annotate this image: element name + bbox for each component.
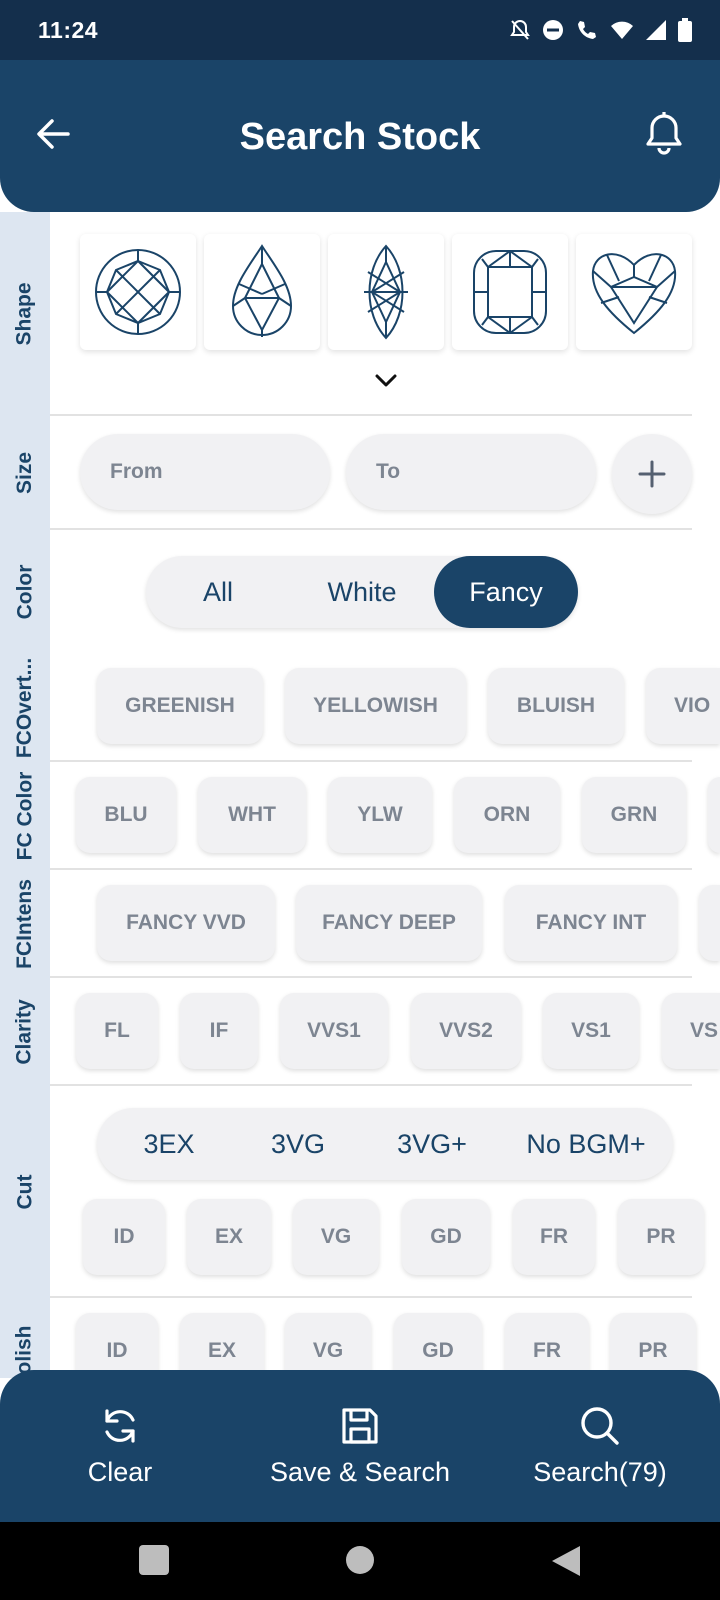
section-label-cut: Cut (0, 1086, 50, 1298)
section-label-size: Size (0, 416, 50, 530)
dnd-icon (542, 19, 564, 46)
size-from-input[interactable]: From (80, 434, 330, 510)
save-search-label: Save & Search (269, 1456, 451, 1487)
divider (50, 760, 692, 762)
fc-color-chip[interactable]: BLU (76, 777, 176, 853)
clarity-chip[interactable]: IF (180, 993, 258, 1069)
clarity-chip[interactable]: FL (76, 993, 158, 1069)
chevron-down-icon[interactable] (374, 372, 398, 390)
clarity-chip[interactable]: VS1 (543, 993, 639, 1069)
color-type-toggle: All White Fancy (146, 556, 578, 628)
color-option-fancy[interactable]: Fancy (434, 556, 578, 628)
status-icons (510, 18, 692, 47)
clarity-chip[interactable]: VVS2 (411, 993, 521, 1069)
clarity-chip[interactable]: VVS1 (280, 993, 388, 1069)
cut-preset-3ex[interactable]: 3EX (97, 1108, 241, 1180)
color-option-all[interactable]: All (146, 556, 290, 628)
cut-preset-3vg[interactable]: 3VG (231, 1108, 365, 1180)
marquise-diamond-icon (364, 244, 408, 340)
divider (50, 1084, 692, 1086)
divider (50, 868, 692, 870)
status-time: 11:24 (38, 17, 99, 43)
cut-preset-no-bgm-plus[interactable]: No BGM+ (499, 1108, 673, 1180)
fc-intensity-chip[interactable]: FANCY VVD (97, 885, 275, 961)
cut-chip[interactable]: EX (187, 1199, 271, 1275)
home-icon[interactable] (344, 1544, 376, 1576)
fc-overtone-chip[interactable]: BLUISH (488, 668, 624, 744)
bottom-action-bar: Clear Save & Search Search(79) (0, 1370, 720, 1522)
search-label: Search(79) (533, 1456, 667, 1487)
shape-pear[interactable] (204, 234, 320, 350)
clear-button[interactable]: Clear (40, 1370, 200, 1522)
size-to-input[interactable]: To (346, 434, 596, 510)
heart-diamond-icon (591, 253, 677, 335)
fc-color-chip[interactable]: ORN (454, 777, 560, 853)
section-label-clarity: Clarity (0, 978, 50, 1086)
search-icon (581, 1406, 619, 1445)
fc-intensity-chip[interactable]: FANCY DEEP (296, 885, 482, 961)
clear-label: Clear (87, 1456, 153, 1487)
system-nav-bar (0, 1522, 720, 1600)
color-option-white[interactable]: White (290, 556, 434, 628)
save-search-button[interactable]: Save & Search (250, 1370, 470, 1522)
fc-intensity-chip-partial[interactable] (699, 885, 720, 961)
clarity-chip[interactable]: VS (662, 993, 720, 1069)
section-label-fc-overtone: FCOvert... (0, 654, 50, 762)
cut-preset-toggle: 3EX 3VG 3VG+ No BGM+ (97, 1108, 673, 1180)
bell-off-icon (510, 19, 530, 46)
battery-icon (678, 18, 692, 47)
divider (50, 1296, 692, 1298)
fc-intensity-chip[interactable]: FANCY INT (505, 885, 677, 961)
app-screen: 11:24 Search Stock Shape Size From To Co… (0, 0, 720, 1600)
pear-diamond-icon (231, 244, 293, 337)
page-title: Search Stock (239, 116, 481, 158)
refresh-icon (105, 1408, 135, 1443)
cut-chip[interactable]: ID (83, 1199, 165, 1275)
section-label-fc-color: FC Color (0, 762, 50, 870)
cut-chip[interactable]: GD (402, 1199, 490, 1275)
bell-icon[interactable] (642, 110, 686, 158)
section-label-fc-intensity: FCIntens (0, 870, 50, 978)
shape-cushion[interactable] (452, 234, 568, 350)
fc-color-chip[interactable]: YLW (328, 777, 432, 853)
wifi-icon (610, 20, 634, 45)
signal-icon (646, 20, 666, 45)
fc-color-chip-partial[interactable] (708, 777, 720, 853)
cut-chip[interactable]: PR (618, 1199, 704, 1275)
round-diamond-icon (95, 249, 181, 335)
cut-chip[interactable]: VG (293, 1199, 379, 1275)
fc-overtone-chip[interactable]: YELLOWISH (285, 668, 466, 744)
add-size-button[interactable] (612, 434, 692, 514)
cushion-diamond-icon (473, 250, 547, 334)
status-bar: 11:24 (0, 0, 720, 62)
fc-color-chip[interactable]: WHT (198, 777, 306, 853)
section-label-shape: Shape (0, 212, 50, 416)
fc-overtone-chip[interactable]: GREENISH (97, 668, 263, 744)
cut-chip[interactable]: FR (513, 1199, 595, 1275)
recents-icon[interactable] (138, 1544, 170, 1576)
back-nav-icon[interactable] (550, 1544, 582, 1578)
plus-icon (638, 460, 666, 488)
search-button[interactable]: Search(79) (510, 1370, 690, 1522)
cut-preset-3vg-plus[interactable]: 3VG+ (365, 1108, 499, 1180)
call-icon (576, 19, 598, 46)
divider (50, 976, 692, 978)
shape-marquise[interactable] (328, 234, 444, 350)
fc-overtone-chip[interactable]: VIO (646, 668, 720, 744)
save-icon (342, 1407, 378, 1444)
divider (50, 528, 692, 530)
shape-heart[interactable] (576, 234, 692, 350)
fc-color-chip[interactable]: GRN (582, 777, 686, 853)
divider (50, 414, 692, 416)
section-label-color: Color (0, 530, 50, 654)
section-label-polish: olish (0, 1298, 50, 1378)
app-header: Search Stock (0, 60, 720, 212)
shape-round[interactable] (80, 234, 196, 350)
